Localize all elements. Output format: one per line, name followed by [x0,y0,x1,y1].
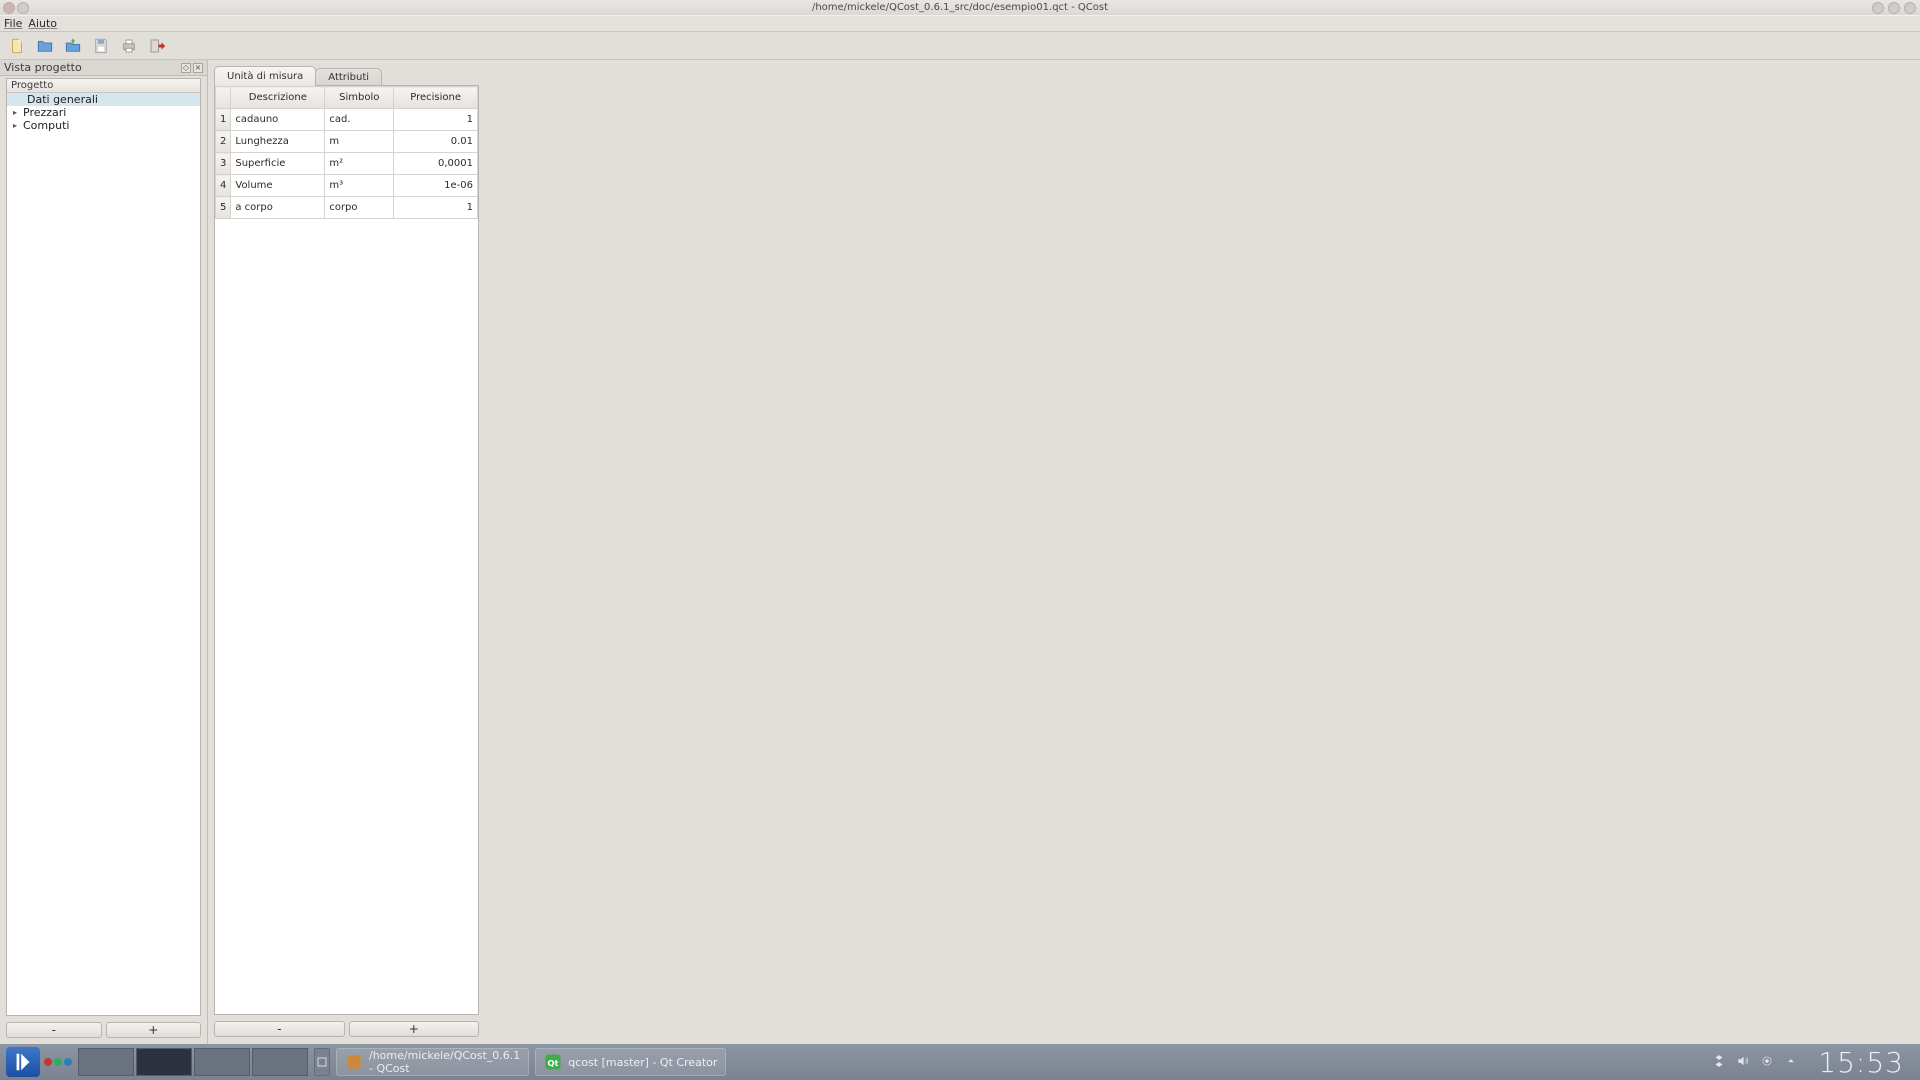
tab-units[interactable]: Unità di misura [214,66,316,86]
save-icon[interactable] [90,35,112,57]
menubar: File Aiuto [0,15,1920,32]
kde-menu-icon[interactable] [6,1047,40,1077]
col-header-descrizione[interactable]: Descrizione [231,87,325,109]
project-dock: Vista progetto ◇ × Progetto Dati general… [0,60,208,1044]
row-header[interactable]: 5 [216,197,231,219]
cell-desc[interactable]: a corpo [231,197,325,219]
svg-text:Qt: Qt [548,1058,559,1068]
cell-desc[interactable]: cadauno [231,109,325,131]
row-header[interactable]: 3 [216,153,231,175]
cell-prec[interactable]: 0.01 [394,131,478,153]
dock-close-icon[interactable]: × [193,63,203,73]
table-corner[interactable] [216,87,231,109]
window-titlebar: /home/mickele/QCost_0.6.1_src/doc/esempi… [0,0,1920,15]
desktop-2[interactable] [136,1048,192,1076]
cell-sym[interactable]: m³ [325,175,394,197]
cell-desc[interactable]: Superficie [231,153,325,175]
tree-item-prezzari[interactable]: ▸ Prezzari [7,106,200,119]
print-icon[interactable] [118,35,140,57]
table-row[interactable]: 4 Volume m³ 1e-06 [216,175,478,197]
task-entry-qcost[interactable]: /home/mickele/QCost_0.6.1 - QCost [336,1048,529,1076]
menu-file[interactable]: File [4,17,22,30]
app-icon [345,1053,363,1071]
toolbar [0,32,1920,60]
row-header[interactable]: 1 [216,109,231,131]
task-entry-qtcreator[interactable]: Qt qcost [master] - Qt Creator [535,1048,726,1076]
show-desktop-icon[interactable] [314,1048,330,1076]
table-row[interactable]: 1 cadauno cad. 1 [216,109,478,131]
volume-tray-icon[interactable] [1736,1054,1750,1071]
dock-titlebar: Vista progetto ◇ × [0,60,207,76]
cell-sym[interactable]: m [325,131,394,153]
tree-item-computi[interactable]: ▸ Computi [7,119,200,132]
desktop-3[interactable] [194,1048,250,1076]
task-label: /home/mickele/QCost_0.6.1 [369,1049,520,1062]
cell-desc[interactable]: Lunghezza [231,131,325,153]
clock[interactable]: 15:53 [1808,1046,1914,1079]
task-label: - QCost [369,1062,520,1075]
cell-sym[interactable]: m² [325,153,394,175]
new-file-icon[interactable] [6,35,28,57]
window-title: /home/mickele/QCost_0.6.1_src/doc/esempi… [0,2,1920,13]
cell-sym[interactable]: cad. [325,109,394,131]
expander-icon[interactable]: ▸ [13,108,21,117]
row-header[interactable]: 4 [216,175,231,197]
project-tree[interactable]: Progetto Dati generali ▸ Prezzari ▸ Comp… [6,78,201,1016]
row-remove-button[interactable]: - [214,1021,345,1037]
qt-icon: Qt [544,1053,562,1071]
col-header-simbolo[interactable]: Simbolo [325,87,394,109]
cell-desc[interactable]: Volume [231,175,325,197]
cell-prec[interactable]: 1e-06 [394,175,478,197]
cell-prec[interactable]: 0,0001 [394,153,478,175]
dock-float-icon[interactable]: ◇ [181,63,191,73]
tab-attributes[interactable]: Attributi [315,68,382,86]
tree-remove-button[interactable]: - [6,1022,102,1038]
task-label: qcost [master] - Qt Creator [568,1056,717,1069]
desktop-1[interactable] [78,1048,134,1076]
import-icon[interactable] [62,35,84,57]
cell-sym[interactable]: corpo [325,197,394,219]
tree-item-dati-generali[interactable]: Dati generali [7,93,200,106]
row-add-button[interactable]: + [349,1021,480,1037]
content-area: Unità di misura Attributi Descrizione Si… [208,60,1920,1044]
table-row[interactable]: 2 Lunghezza m 0.01 [216,131,478,153]
dock-title-label: Vista progetto [4,61,82,74]
tray-expand-icon[interactable] [1784,1054,1798,1071]
menu-help[interactable]: Aiuto [28,17,57,30]
col-header-precisione[interactable]: Precisione [394,87,478,109]
activity-switcher[interactable] [44,1058,72,1066]
virtual-desktop-pager[interactable] [78,1048,308,1076]
expander-icon[interactable]: ▸ [13,121,21,130]
open-folder-icon[interactable] [34,35,56,57]
clipboard-tray-icon[interactable] [1712,1054,1726,1071]
table-row[interactable]: 3 Superficie m² 0,0001 [216,153,478,175]
tabs: Unità di misura Attributi [214,66,1912,86]
table-row[interactable]: 5 a corpo corpo 1 [216,197,478,219]
cell-prec[interactable]: 1 [394,197,478,219]
exit-icon[interactable] [146,35,168,57]
network-tray-icon[interactable] [1760,1054,1774,1071]
units-table[interactable]: Descrizione Simbolo Precisione 1 cadauno… [214,85,479,1015]
row-header[interactable]: 2 [216,131,231,153]
desktop-4[interactable] [252,1048,308,1076]
tree-header[interactable]: Progetto [7,79,200,93]
tree-add-button[interactable]: + [106,1022,202,1038]
taskbar: /home/mickele/QCost_0.6.1 - QCost Qt qco… [0,1044,1920,1080]
cell-prec[interactable]: 1 [394,109,478,131]
